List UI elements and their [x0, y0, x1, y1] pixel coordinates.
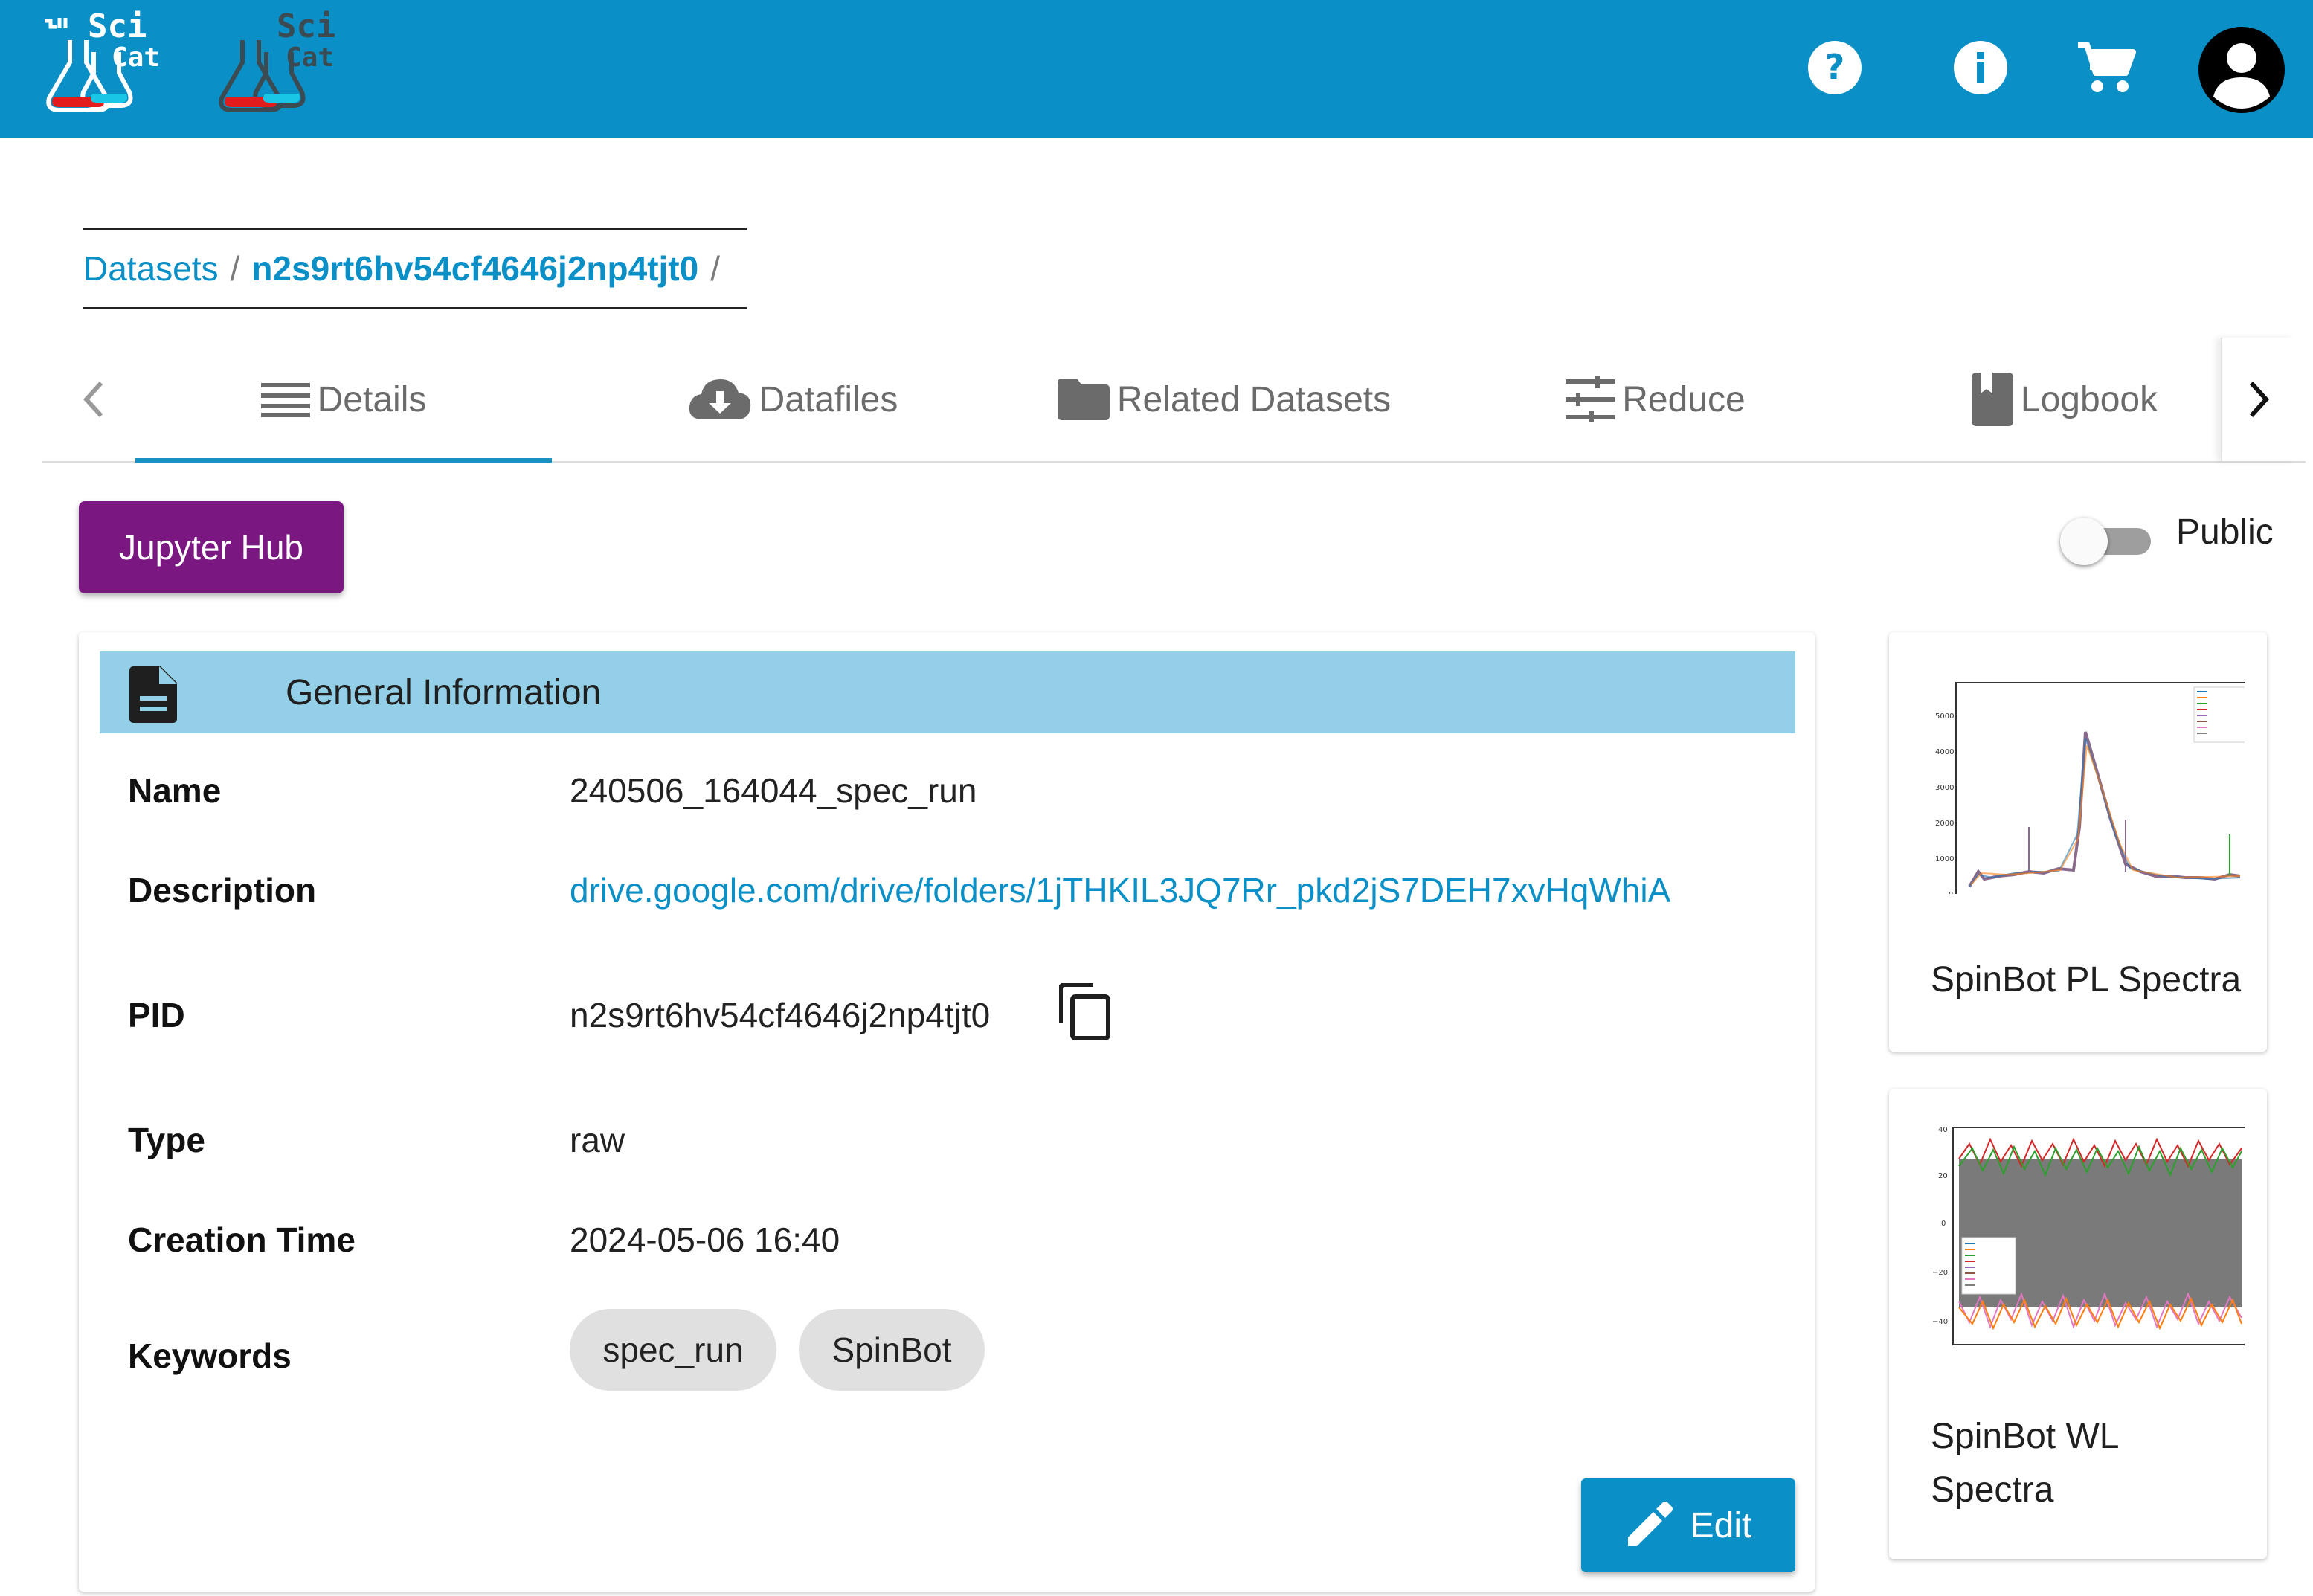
creation-time-value: 2024-05-06 16:40 — [570, 1220, 840, 1259]
tab-related-datasets[interactable]: Related Datasets — [1031, 338, 1418, 461]
tune-icon — [1566, 376, 1615, 422]
chevron-left-icon — [83, 381, 103, 418]
svg-text:0: 0 — [1949, 891, 1953, 894]
breadcrumb-datasets-link[interactable]: Datasets — [83, 248, 219, 289]
tab-details-label: Details — [317, 379, 427, 419]
tab-logbook[interactable]: Logbook — [1946, 338, 2184, 461]
public-toggle-label: Public — [2176, 512, 2274, 552]
attachment-title: SpinBot PL Spectra — [1931, 960, 2242, 1000]
attachment-title: SpinBot WL Spectra — [1931, 1417, 2118, 1510]
tab-reduce[interactable]: Reduce — [1522, 338, 1789, 461]
name-label: Name — [128, 771, 222, 810]
chevron-right-icon — [2249, 381, 2270, 418]
general-information-header: General Information — [100, 651, 1795, 733]
dataset-tabs: Details Datafiles Related Datasets Reduc… — [42, 338, 2306, 463]
cart-icon[interactable] — [2072, 34, 2139, 101]
pid-label: PID — [128, 996, 185, 1034]
svg-text:4000: 4000 — [1935, 748, 1954, 756]
description-label: Description — [128, 871, 317, 910]
keywords-label: Keywords — [128, 1336, 292, 1375]
general-information-title: General Information — [286, 672, 602, 712]
wl-spectra-plot-image: 40 20 0 −20 −40 — [1910, 1107, 2245, 1404]
svg-text:2000: 2000 — [1935, 820, 1954, 828]
tab-reduce-label: Reduce — [1622, 379, 1746, 419]
breadcrumb-current-dataset[interactable]: n2s9rt6hv54cf4646j2np4tjt0 — [251, 248, 698, 289]
list-icon — [260, 383, 310, 417]
svg-text:−40: −40 — [1932, 1318, 1948, 1326]
info-icon[interactable] — [1947, 34, 2014, 101]
breadcrumb-separator: / — [230, 249, 240, 288]
top-toolbar: Sci Cat Sci Cat ? — [0, 0, 2313, 138]
tab-related-datasets-label: Related Datasets — [1116, 379, 1392, 419]
name-value: 240506_164044_spec_run — [570, 771, 977, 810]
logo-text-cat: Cat — [112, 42, 161, 73]
breadcrumb-separator: / — [710, 249, 720, 288]
svg-text:1000: 1000 — [1935, 855, 1954, 863]
help-icon[interactable]: ? — [1801, 34, 1868, 101]
svg-text:−20: −20 — [1932, 1269, 1948, 1277]
document-icon — [129, 666, 177, 723]
type-value: raw — [570, 1121, 625, 1159]
tabs-scroll-right-button[interactable] — [2221, 338, 2295, 461]
book-icon — [1971, 373, 2013, 426]
pid-value: n2s9rt6hv54cf4646j2np4tjt0 — [570, 996, 991, 1034]
tab-datafiles[interactable]: Datafiles — [659, 338, 927, 461]
logo-text-sci: Sci — [88, 7, 147, 45]
svg-text:40: 40 — [1938, 1126, 1948, 1134]
svg-text:3000: 3000 — [1935, 784, 1954, 792]
folder-icon — [1057, 379, 1110, 420]
attachment-card-pl-spectra[interactable]: 5000 4000 3000 2000 1000 0 SpinBot PL Sp… — [1889, 632, 2267, 1052]
svg-text:0: 0 — [1941, 1220, 1946, 1228]
facility-logo-text-sci: Sci — [277, 7, 336, 45]
facility-logo-text-cat: Cat — [286, 42, 335, 73]
jupyter-hub-button[interactable]: Jupyter Hub — [79, 501, 344, 593]
svg-text:5000: 5000 — [1935, 712, 1954, 721]
attachment-card-wl-spectra[interactable]: 40 20 0 −20 −40 SpinBot WL Spectra — [1889, 1089, 2267, 1559]
svg-text:20: 20 — [1938, 1172, 1948, 1180]
edit-button-label: Edit — [1690, 1505, 1752, 1545]
edit-button[interactable]: Edit — [1581, 1478, 1795, 1572]
pencil-icon — [1627, 1502, 1673, 1546]
creation-time-label: Creation Time — [128, 1220, 356, 1259]
keyword-chip[interactable]: spec_run — [570, 1309, 776, 1391]
copy-icon[interactable] — [1059, 983, 1111, 1040]
public-toggle-thumb — [2060, 518, 2108, 565]
tabs-scroll-left-button[interactable] — [57, 338, 131, 461]
general-information-card: General Information Name 240506_164044_s… — [79, 632, 1815, 1592]
public-toggle[interactable] — [2060, 513, 2157, 570]
tab-details[interactable]: Details — [135, 338, 552, 463]
user-avatar-icon[interactable] — [2197, 25, 2286, 115]
cloud-download-icon — [689, 379, 750, 419]
svg-text:?: ? — [1825, 47, 1845, 87]
tab-logbook-label: Logbook — [2020, 379, 2158, 419]
tab-datafiles-label: Datafiles — [759, 379, 898, 419]
description-link[interactable]: drive.google.com/drive/folders/1jTHKIL3J… — [570, 870, 1670, 910]
type-label: Type — [128, 1121, 205, 1159]
breadcrumb: Datasets / n2s9rt6hv54cf4646j2np4tjt0 / — [83, 228, 747, 309]
keyword-chip[interactable]: SpinBot — [799, 1309, 985, 1391]
pl-spectra-plot-image: 5000 4000 3000 2000 1000 0 — [1910, 649, 2245, 894]
